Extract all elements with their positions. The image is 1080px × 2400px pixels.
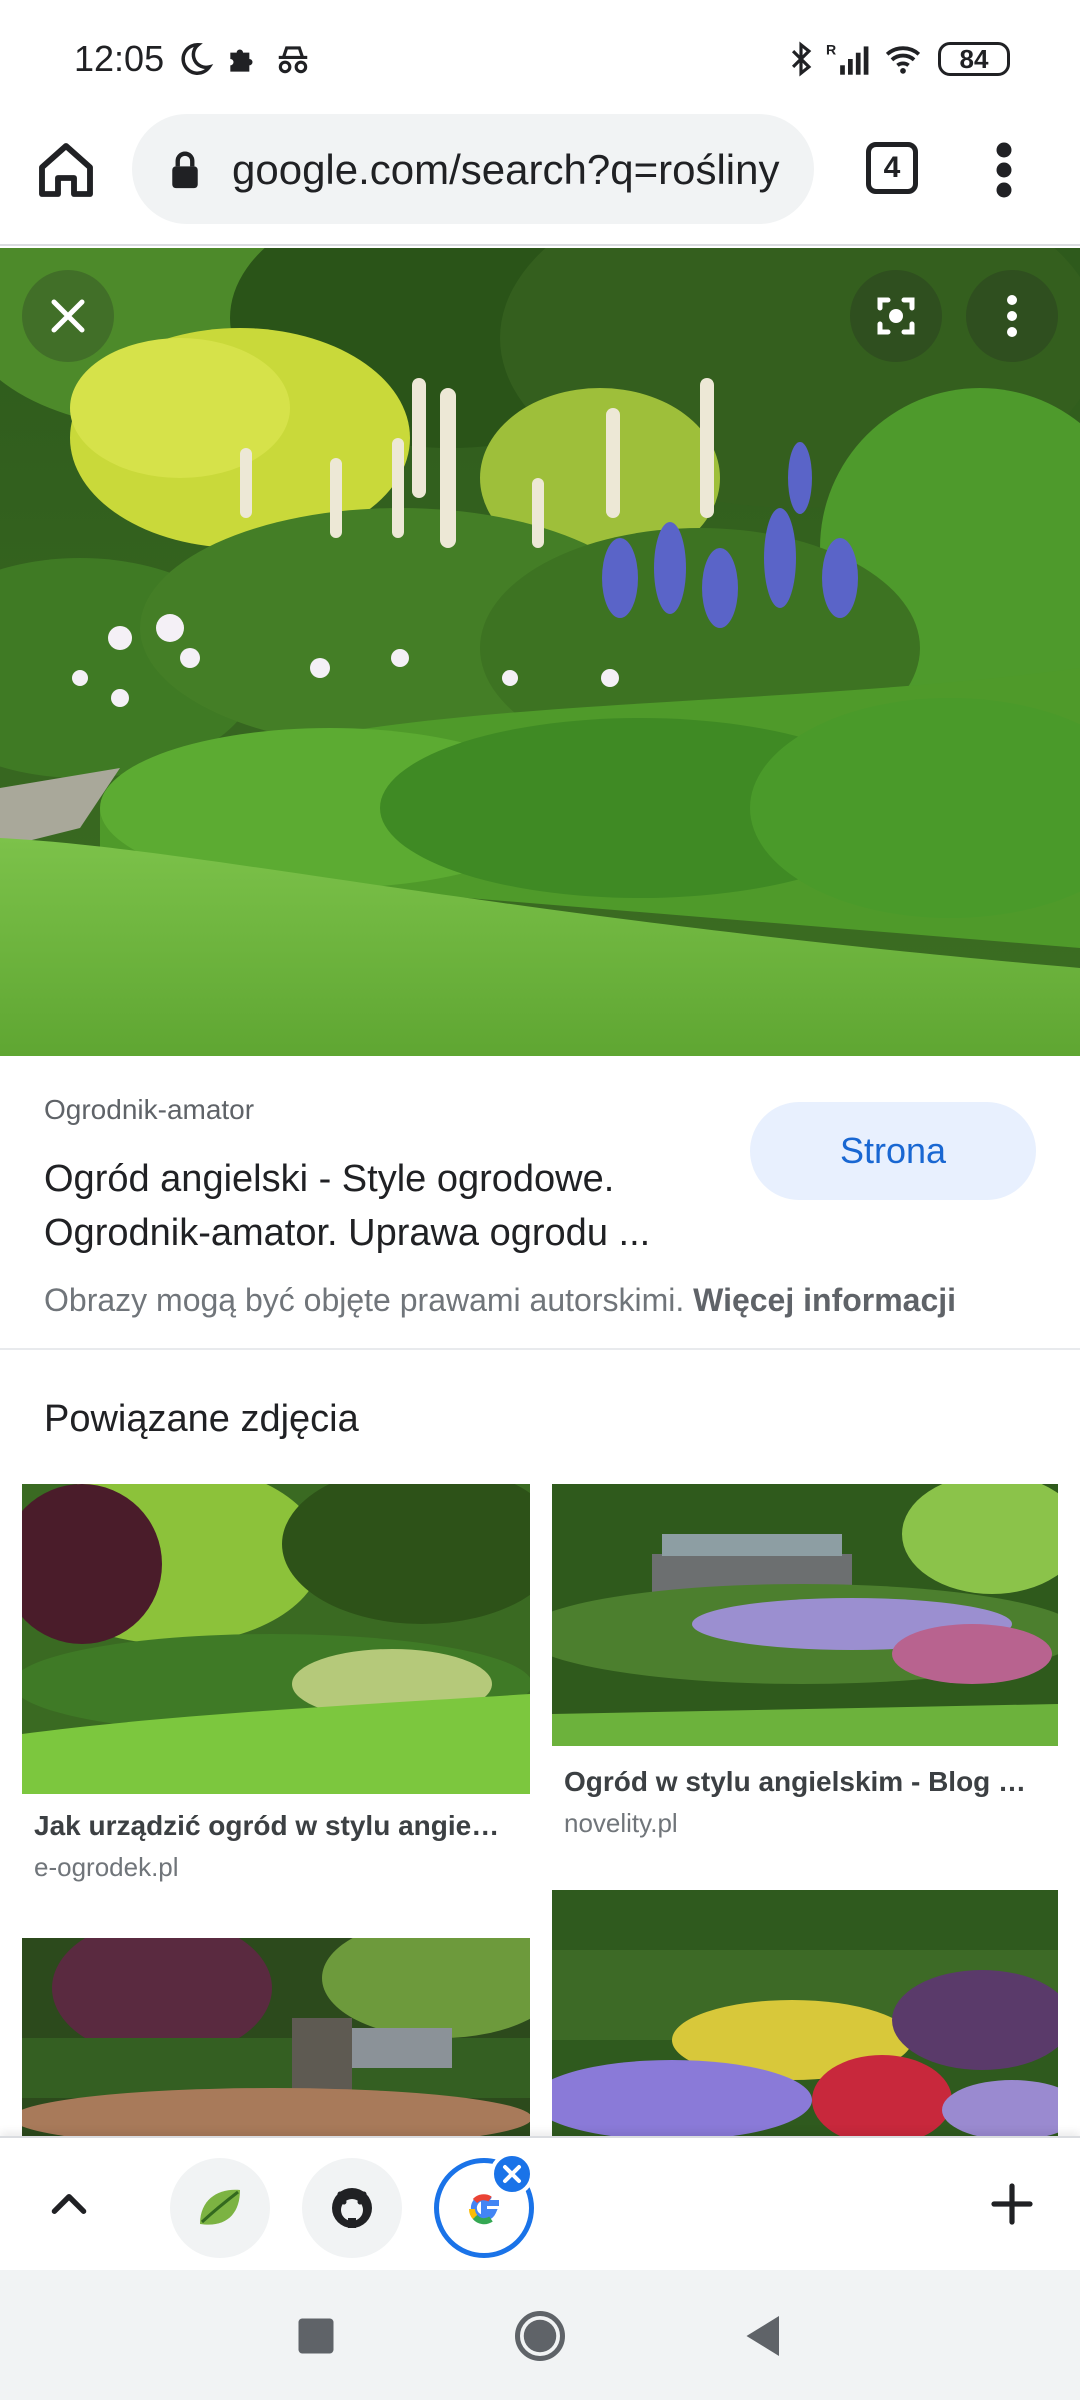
tab-github[interactable] xyxy=(302,2158,402,2258)
close-viewer-button[interactable] xyxy=(22,270,114,362)
back-icon[interactable] xyxy=(734,2306,794,2366)
related-card[interactable] xyxy=(22,1938,530,2136)
close-icon[interactable] xyxy=(22,270,114,362)
chevron-up-icon[interactable] xyxy=(44,2180,94,2230)
related-thumbnail[interactable] xyxy=(22,1484,530,1794)
visit-page-button[interactable]: Strona xyxy=(750,1102,1036,1200)
bluetooth-icon xyxy=(791,41,812,77)
related-domain: e-ogrodek.pl xyxy=(34,1852,179,1882)
garden-image xyxy=(0,248,1080,1056)
related-thumbnail[interactable] xyxy=(22,1938,530,2136)
lens-icon[interactable] xyxy=(850,270,942,362)
tab-leaf[interactable] xyxy=(170,2158,270,2258)
related-caption[interactable]: Jak urządzić ogród w stylu angie… xyxy=(34,1810,499,1842)
tab-strip xyxy=(0,2136,1080,2270)
lens-search-button[interactable] xyxy=(850,270,942,362)
related-thumbnail[interactable] xyxy=(552,1890,1058,2136)
image-title-line[interactable]: Ogród angielski - Style ogrodowe. xyxy=(44,1152,724,1206)
more-info-link[interactable]: Więcej informacji xyxy=(693,1282,956,1318)
related-thumbnail[interactable] xyxy=(552,1484,1058,1746)
status-time: 12:05 xyxy=(74,38,165,79)
related-card[interactable]: Ogród w stylu angielskim - Blog … noveli… xyxy=(552,1484,1058,1854)
incognito-icon xyxy=(278,46,308,74)
image-more-button[interactable] xyxy=(966,270,1058,362)
copyright-text: Obrazy mogą być objęte prawami autorskim… xyxy=(44,1282,685,1318)
leaf-icon xyxy=(200,2189,240,2225)
lock-icon[interactable] xyxy=(170,150,200,190)
battery-indicator: 84 xyxy=(938,42,1010,76)
status-bar: 12:05 R 84 xyxy=(0,0,1080,110)
close-icon[interactable] xyxy=(494,2156,530,2192)
image-title[interactable]: Ogród angielski - Style ogrodowe. Ogrodn… xyxy=(44,1152,724,1260)
related-caption[interactable]: Ogród w stylu angielskim - Blog … xyxy=(564,1766,1026,1798)
related-heading: Powiązane zdjęcia xyxy=(44,1398,359,1440)
related-card[interactable]: Jak urządzić ogród w stylu angie… e-ogro… xyxy=(22,1484,530,1894)
home-nav-icon[interactable] xyxy=(510,2306,570,2366)
copyright-notice: Obrazy mogą być objęte prawami autorskim… xyxy=(44,1282,956,1319)
github-icon xyxy=(332,2188,372,2228)
svg-text:R: R xyxy=(826,41,836,57)
signal-icon: R xyxy=(826,41,869,75)
more-vert-icon[interactable] xyxy=(984,140,1024,200)
tab-switcher-button[interactable]: 4 xyxy=(866,142,918,194)
recents-icon[interactable] xyxy=(286,2306,346,2366)
puzzle-icon xyxy=(230,49,253,72)
more-vert-icon[interactable] xyxy=(966,270,1058,362)
url-text[interactable]: google.com/search?q=rośliny xyxy=(232,146,792,194)
close-tab-button[interactable] xyxy=(490,2152,534,2196)
source-name[interactable]: Ogrodnik-amator xyxy=(44,1094,254,1126)
image-info-panel: Ogrodnik-amator Ogród angielski - Style … xyxy=(0,1056,1080,1350)
image-title-line[interactable]: Ogrodnik-amator. Uprawa ogrodu ... xyxy=(44,1206,724,1260)
system-nav-bar xyxy=(0,2270,1080,2400)
url-bar[interactable]: google.com/search?q=rośliny xyxy=(132,114,814,224)
wifi-icon xyxy=(885,46,921,74)
related-card[interactable] xyxy=(552,1890,1058,2136)
browser-toolbar: google.com/search?q=rośliny 4 xyxy=(0,110,1080,246)
moon-icon xyxy=(181,43,214,75)
related-domain: novelity.pl xyxy=(564,1808,678,1838)
plus-icon[interactable] xyxy=(988,2180,1036,2228)
home-icon[interactable] xyxy=(34,138,98,202)
